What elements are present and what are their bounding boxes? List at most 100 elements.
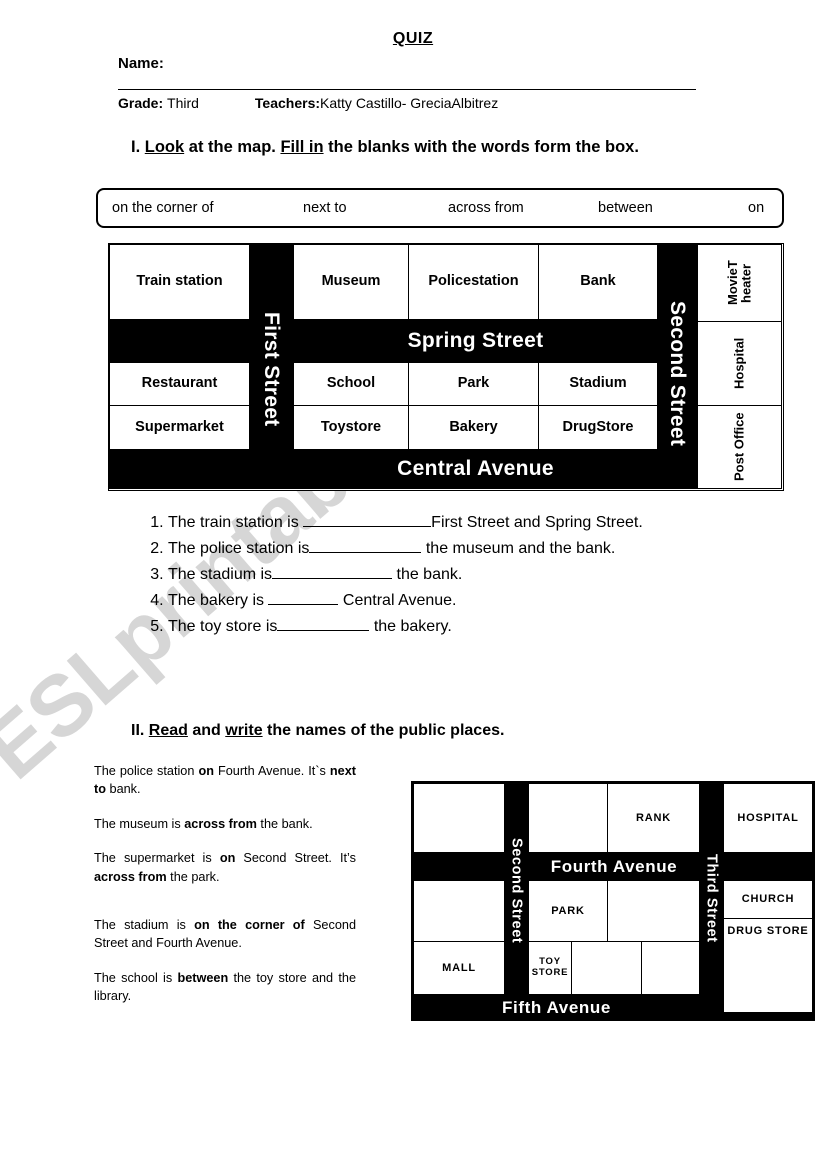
map2-label-third-street: Third Street: [703, 854, 720, 943]
map1-label-first-street: First Street: [260, 311, 283, 427]
map1-label-movie-theater: MovieT heater: [724, 260, 754, 306]
map2-block-drug-store: DRUG STORE: [724, 919, 812, 1012]
map1-block-restaurant: Restaurant: [109, 362, 250, 406]
map1-block-stadium: Stadium: [538, 362, 658, 406]
map2-block-empty-mid-right: [608, 881, 699, 941]
map2-divider-bottom-2: [641, 942, 642, 994]
section-1-number: I.: [131, 138, 145, 156]
section-2-number: II.: [131, 722, 149, 739]
map2-label-park: PARK: [551, 904, 585, 917]
map2-divider-park-bottom: [529, 941, 699, 942]
map2-block-empty-top-mid: [529, 784, 607, 852]
map2-block-toy-store: TOY STORE: [529, 942, 571, 994]
word-bank-box: on the corner of next to across from bet…: [96, 188, 784, 228]
paragraph-supermarket: The supermarket is on Second Street. It’…: [94, 849, 356, 886]
map2-label-hospital: HOSPITAL: [737, 811, 799, 824]
map1-block-drugstore: DrugStore: [538, 405, 658, 450]
map-2: RANK HOSPITAL PARK CHURCH DRUG STORE MAL…: [411, 781, 815, 1021]
map2-divider-park-right: [607, 881, 608, 941]
teachers-label: Teachers:: [254, 95, 321, 111]
question-item-4: The bakery is Central Avenue.: [168, 588, 700, 614]
p3-s1-bold: on: [219, 851, 236, 866]
name-label: Name:: [118, 55, 164, 72]
p3-s3-bold: across from: [94, 869, 167, 884]
map2-label-toy-store: TOY STORE: [531, 956, 569, 978]
question-item-3: The stadium is the bank.: [168, 562, 700, 588]
map1-block-police-station: Policestation: [408, 244, 539, 320]
map1-block-museum: Museum: [293, 244, 409, 320]
map2-block-bank: RANK: [608, 784, 699, 852]
page-title: QUIZ: [392, 30, 434, 47]
map1-label-second-street: Second Street: [666, 301, 689, 447]
word-bank-item-on: on: [748, 200, 765, 216]
question-item-2: The police station is the museum and the…: [168, 536, 700, 562]
p3-s4: the park.: [166, 869, 220, 884]
section-1-questions: The train station is First Street and Sp…: [140, 510, 700, 640]
p1-s2: Fourth Avenue. It`s: [213, 764, 330, 778]
q3-blank[interactable]: [272, 577, 393, 579]
map2-block-empty-bottom-2: [642, 942, 699, 994]
p1-s4: bank.: [105, 782, 141, 797]
map2-block-hospital: HOSPITAL: [724, 784, 812, 852]
q1-text-before: The train station is: [168, 514, 304, 531]
p5-s1-bold: between: [177, 970, 229, 985]
map1-block-park: Park: [408, 362, 539, 406]
map1-label-bank: Bank: [580, 273, 616, 290]
instr2-part-b: and: [187, 722, 226, 739]
map2-label-fifth-avenue: Fifth Avenue: [502, 997, 611, 1017]
p2-s2: the bank.: [256, 816, 313, 831]
map1-block-school: School: [293, 362, 409, 406]
map2-street-third-street: Third Street: [699, 811, 724, 986]
instr-part-b: at the map.: [184, 138, 281, 156]
q4-blank[interactable]: [268, 603, 339, 605]
map2-label-fourth-avenue: Fourth Avenue: [550, 856, 678, 876]
map1-label-supermarket: Supermarket: [135, 418, 224, 435]
map2-block-church: CHURCH: [724, 881, 812, 918]
map-1: Train station Restaurant Supermarket Mus…: [108, 243, 784, 491]
p1-s1-bold: on: [198, 764, 214, 778]
read-underlined: Read: [148, 722, 188, 739]
section-1-instruction: I. Look at the map. Fill in the blanks w…: [131, 135, 691, 161]
map2-street-fourth-avenue: Fourth Avenue: [529, 852, 699, 881]
q4-text-before: The bakery is: [168, 591, 269, 609]
grade-value: Third: [167, 95, 199, 111]
q3-text-after: the bank.: [392, 565, 463, 583]
map1-block-train-station: Train station: [109, 244, 250, 320]
map1-label-train-station: Train station: [136, 273, 223, 290]
p1-s0: The police station: [94, 764, 199, 778]
map1-label-spring-street: Spring Street: [407, 329, 544, 352]
write-underlined: write: [225, 722, 263, 739]
p4-s1-bold: on the corner of: [194, 918, 305, 933]
map1-label-school: School: [326, 375, 376, 392]
map1-block-post-office: Post Office: [697, 405, 782, 489]
header-divider: [118, 89, 696, 90]
map1-block-toystore: Toystore: [293, 405, 409, 450]
p3-s2: Second Street. It’s: [235, 851, 356, 866]
map2-street-fifth-avenue: Fifth Avenue: [414, 994, 699, 1021]
map1-block-bank: Bank: [538, 244, 658, 320]
map1-street-second-street: Second Street: [657, 274, 697, 474]
q4-text-after: Central Avenue.: [338, 591, 457, 609]
map2-divider-bottom-1: [571, 942, 572, 994]
map1-label-bakery: Bakery: [449, 418, 498, 435]
p2-s0: The museum is: [94, 816, 185, 831]
map1-label-museum: Museum: [321, 273, 381, 290]
p2-s1-bold: across from: [184, 816, 257, 831]
paragraph-museum: The museum is across from the bank.: [94, 815, 356, 833]
map2-block-empty-bottom-1: [572, 942, 641, 994]
map2-block-empty-top-left: [414, 784, 504, 852]
map2-block-mall: MALL: [414, 942, 504, 994]
map1-label-central-avenue: Central Avenue: [397, 457, 554, 480]
map1-label-hospital: Hospital: [731, 337, 747, 390]
map1-block-supermarket: Supermarket: [109, 405, 250, 450]
q2-blank[interactable]: [309, 551, 422, 553]
teachers-value: Katty Castillo- GreciaAlbitrez: [320, 95, 499, 111]
q5-blank[interactable]: [277, 629, 370, 631]
q1-blank[interactable]: [303, 526, 432, 527]
map1-block-movie-theater: MovieT heater: [697, 244, 782, 322]
section-2-paragraphs: The police station on Fourth Avenue. It`…: [94, 762, 356, 1006]
instr-part-c: the blanks with the words form the box.: [323, 138, 639, 156]
map2-divider-midleft-bottom: [414, 941, 504, 942]
map1-street-first-street: First Street: [249, 274, 293, 464]
map1-block-bakery: Bakery: [408, 405, 539, 450]
